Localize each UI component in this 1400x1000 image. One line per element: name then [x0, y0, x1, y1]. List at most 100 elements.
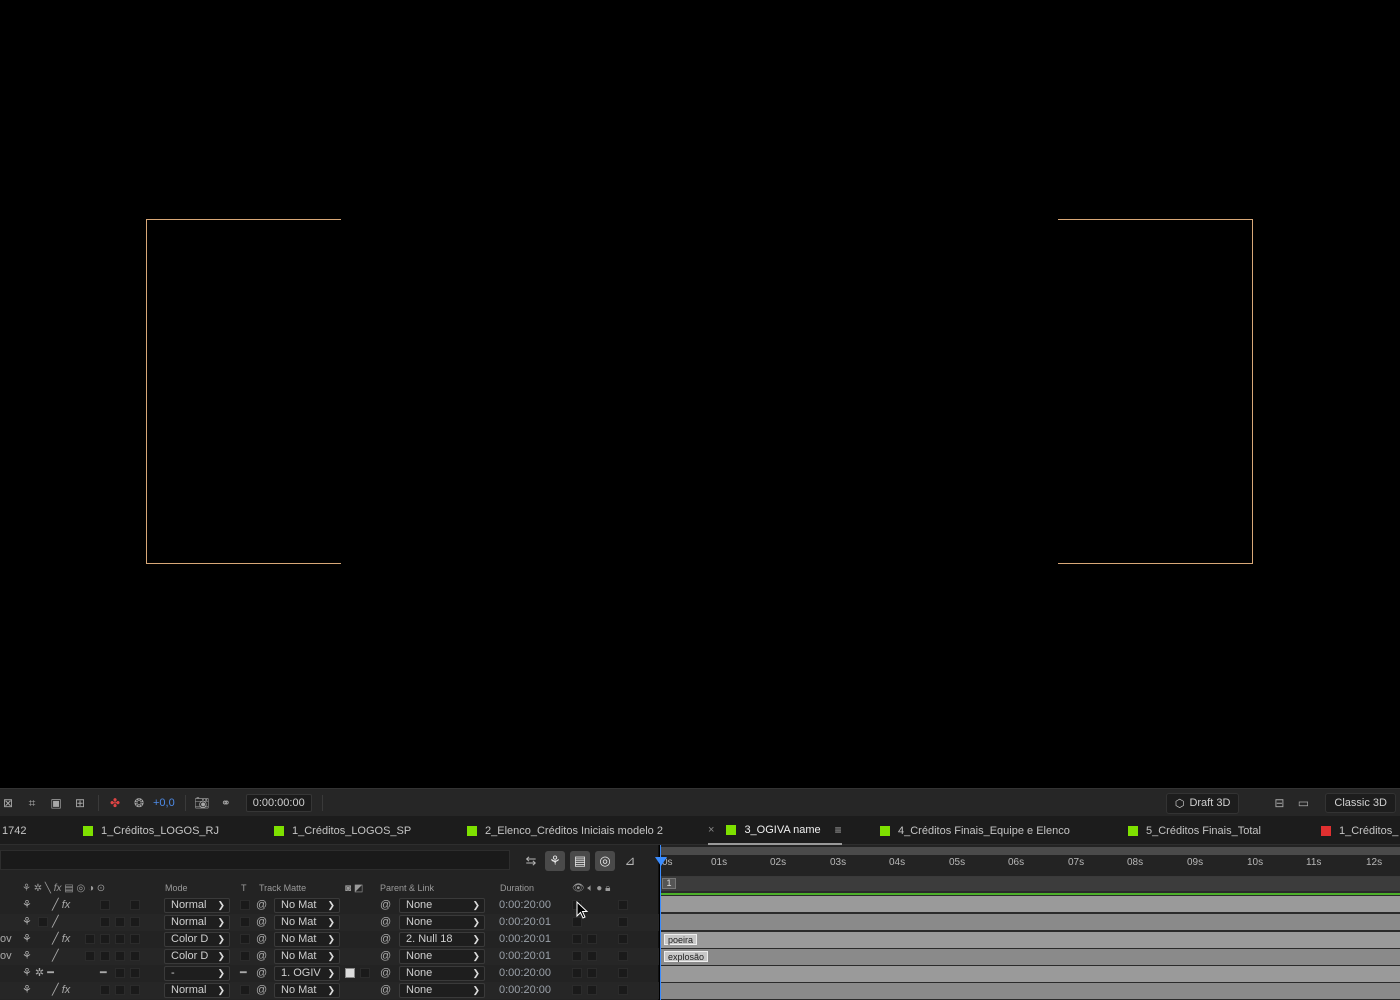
alpha-matte-icon[interactable]: [345, 968, 355, 978]
audio-switch[interactable]: [587, 985, 597, 995]
track-matte-dropdown[interactable]: No Mat ❯: [274, 915, 340, 930]
work-area-bar[interactable]: 1: [660, 877, 1400, 891]
tab-creditos-finais-equipe[interactable]: 4_Créditos Finais_Equipe e Elenco: [880, 816, 1070, 845]
frame-blending-icon[interactable]: ▤: [570, 851, 590, 871]
mode-dropdown[interactable]: - ❯: [164, 966, 230, 981]
invert-matte-box[interactable]: [360, 968, 370, 978]
current-time-display[interactable]: 0:00:00:00: [245, 793, 312, 812]
tab-elenco-creditos-iniciais[interactable]: 2_Elenco_Créditos Iniciais modelo 2: [467, 816, 663, 845]
layer-name-truncated[interactable]: ov: [0, 932, 12, 947]
track-matte-dropdown[interactable]: No Mat ❯: [274, 949, 340, 964]
parent-dropdown[interactable]: None ❯: [399, 966, 485, 981]
show-snapshot-icon[interactable]: ⚭: [218, 796, 234, 810]
parent-pickwhip-icon[interactable]: @: [380, 966, 391, 981]
comp-marker[interactable]: 1: [662, 878, 676, 889]
switch-box[interactable]: [100, 985, 110, 995]
layer-search-input[interactable]: [0, 850, 510, 870]
preserve-transparency-dash[interactable]: ━: [240, 966, 247, 981]
t-column-header[interactable]: T: [241, 883, 247, 893]
quality-switch[interactable]: ╱ fx: [52, 983, 70, 998]
tab-creditos-finais-total[interactable]: 5_Créditos Finais_Total: [1128, 816, 1261, 845]
video-switch[interactable]: [572, 951, 582, 961]
time-ruler[interactable]: 0s 01s 02s 03s 04s 05s 06s 07s 08s 09s 1…: [660, 845, 1400, 877]
switch-box[interactable]: [115, 934, 125, 944]
pickwhip-icon[interactable]: @: [256, 932, 267, 947]
switch-box[interactable]: [130, 917, 140, 927]
layer-bar[interactable]: explosão: [660, 949, 1400, 965]
draft-3d-button[interactable]: ⬡ Draft 3D: [1165, 792, 1240, 814]
track-matte-dropdown[interactable]: 1. OGIV ❯: [274, 966, 340, 981]
lock-switch[interactable]: [618, 917, 628, 927]
audio-switch[interactable]: [587, 968, 597, 978]
switch-box[interactable]: [85, 934, 95, 944]
hide-shy-layers-icon[interactable]: ⚘: [545, 851, 565, 871]
audio-switch[interactable]: [587, 951, 597, 961]
preserve-transparency-box[interactable]: [240, 985, 250, 995]
track-matte-dropdown[interactable]: No Mat ❯: [274, 932, 340, 947]
parent-pickwhip-icon[interactable]: @: [380, 949, 391, 964]
snapshot-camera-icon[interactable]: 📷︎: [194, 796, 210, 810]
time-navigator-bar[interactable]: [660, 847, 1400, 855]
close-tab-icon[interactable]: ×: [708, 824, 714, 836]
layer-switches[interactable]: ⚘: [22, 949, 32, 964]
layer-bar[interactable]: [660, 896, 1400, 912]
lock-switch[interactable]: [618, 900, 628, 910]
switch-box[interactable]: [115, 917, 125, 927]
switch-box[interactable]: [85, 951, 95, 961]
video-switch[interactable]: [572, 985, 582, 995]
parent-pickwhip-icon[interactable]: @: [380, 898, 391, 913]
duration-value[interactable]: 0:00:20:01: [499, 932, 551, 947]
lock-switch[interactable]: [618, 985, 628, 995]
switch-box[interactable]: [100, 917, 110, 927]
exposure-value[interactable]: +0,0: [153, 797, 175, 809]
mode-dropdown[interactable]: Color D ❯: [164, 949, 230, 964]
tab-1742[interactable]: 1742: [2, 816, 26, 845]
transparency-grid-icon[interactable]: ⌗: [24, 796, 40, 810]
switch-box[interactable]: [130, 968, 140, 978]
layer-marker-label[interactable]: poeira: [664, 934, 698, 945]
switch-box[interactable]: [130, 951, 140, 961]
parent-link-column-header[interactable]: Parent & Link: [380, 883, 434, 893]
parent-dropdown[interactable]: None ❯: [399, 983, 485, 998]
lock-switch[interactable]: [618, 934, 628, 944]
layer-switches[interactable]: ⚘: [22, 983, 32, 998]
parent-pickwhip-icon[interactable]: @: [380, 932, 391, 947]
quality-switch[interactable]: ╱: [52, 915, 59, 930]
layer-bar[interactable]: [660, 966, 1400, 982]
switch-box[interactable]: [100, 951, 110, 961]
tab-creditos-truncated[interactable]: 1_Créditos_: [1321, 816, 1398, 845]
composition-viewer[interactable]: [0, 0, 1400, 788]
ground-plane-icon[interactable]: ⊟: [1271, 796, 1287, 810]
preserve-transparency-box[interactable]: [240, 900, 250, 910]
switch-box[interactable]: [115, 968, 125, 978]
tab-creditos-logos-rj[interactable]: 1_Créditos_LOGOS_RJ: [83, 816, 219, 845]
parent-dropdown[interactable]: 2. Null 18 ❯: [399, 932, 485, 947]
current-time-indicator[interactable]: [655, 845, 667, 1000]
switch-box[interactable]: [115, 985, 125, 995]
switch-box[interactable]: [130, 934, 140, 944]
preserve-transparency-box[interactable]: [240, 917, 250, 927]
layer-row[interactable]: ⚘ ╱ Normal ❯ @ No Mat ❯ @ None ❯ 0:00:20:01: [0, 914, 659, 931]
comp-flowchart-icon[interactable]: ⇆: [521, 851, 541, 871]
switch-box[interactable]: [100, 934, 110, 944]
pickwhip-icon[interactable]: @: [256, 915, 267, 930]
duration-value[interactable]: 0:00:20:00: [499, 983, 551, 998]
timeline-area[interactable]: 0s 01s 02s 03s 04s 05s 06s 07s 08s 09s 1…: [655, 845, 1400, 1000]
layer-row[interactable]: ⚘ ╱ fx Normal ❯ @ No Mat ❯ @ None ❯ 0:00:20…: [0, 982, 659, 999]
parent-pickwhip-icon[interactable]: @: [380, 983, 391, 998]
layer-row[interactable]: ov ⚘ ╱ fx Color D ❯ @ No Mat ❯ @ 2. Null 1…: [0, 931, 659, 948]
guides-icon[interactable]: ⊞: [72, 796, 88, 810]
track-matte-column-header[interactable]: Track Matte: [259, 883, 306, 893]
parent-dropdown[interactable]: None ❯: [399, 915, 485, 930]
duration-value[interactable]: 0:00:20:00: [499, 966, 551, 981]
layer-row[interactable]: ⚘ ✲ ━ ━ - ❯ ━ @ 1. OGIV ❯ @ None ❯ 0:00:20:…: [0, 965, 659, 982]
mode-dropdown[interactable]: Color D ❯: [164, 932, 230, 947]
layer-bar[interactable]: [660, 983, 1400, 999]
motion-blur-icon[interactable]: ◎: [595, 851, 615, 871]
track-matte-dropdown[interactable]: No Mat ❯: [274, 983, 340, 998]
layer-switches[interactable]: ⚘ ✲ ━: [22, 966, 54, 981]
video-switch[interactable]: [572, 968, 582, 978]
shy-column-icon[interactable]: ⚘ ✲ ╲ fx ▤ ◎ ◑ ⊙: [22, 883, 105, 894]
layer-switches[interactable]: ⚘: [22, 915, 32, 930]
switch-box[interactable]: [130, 985, 140, 995]
